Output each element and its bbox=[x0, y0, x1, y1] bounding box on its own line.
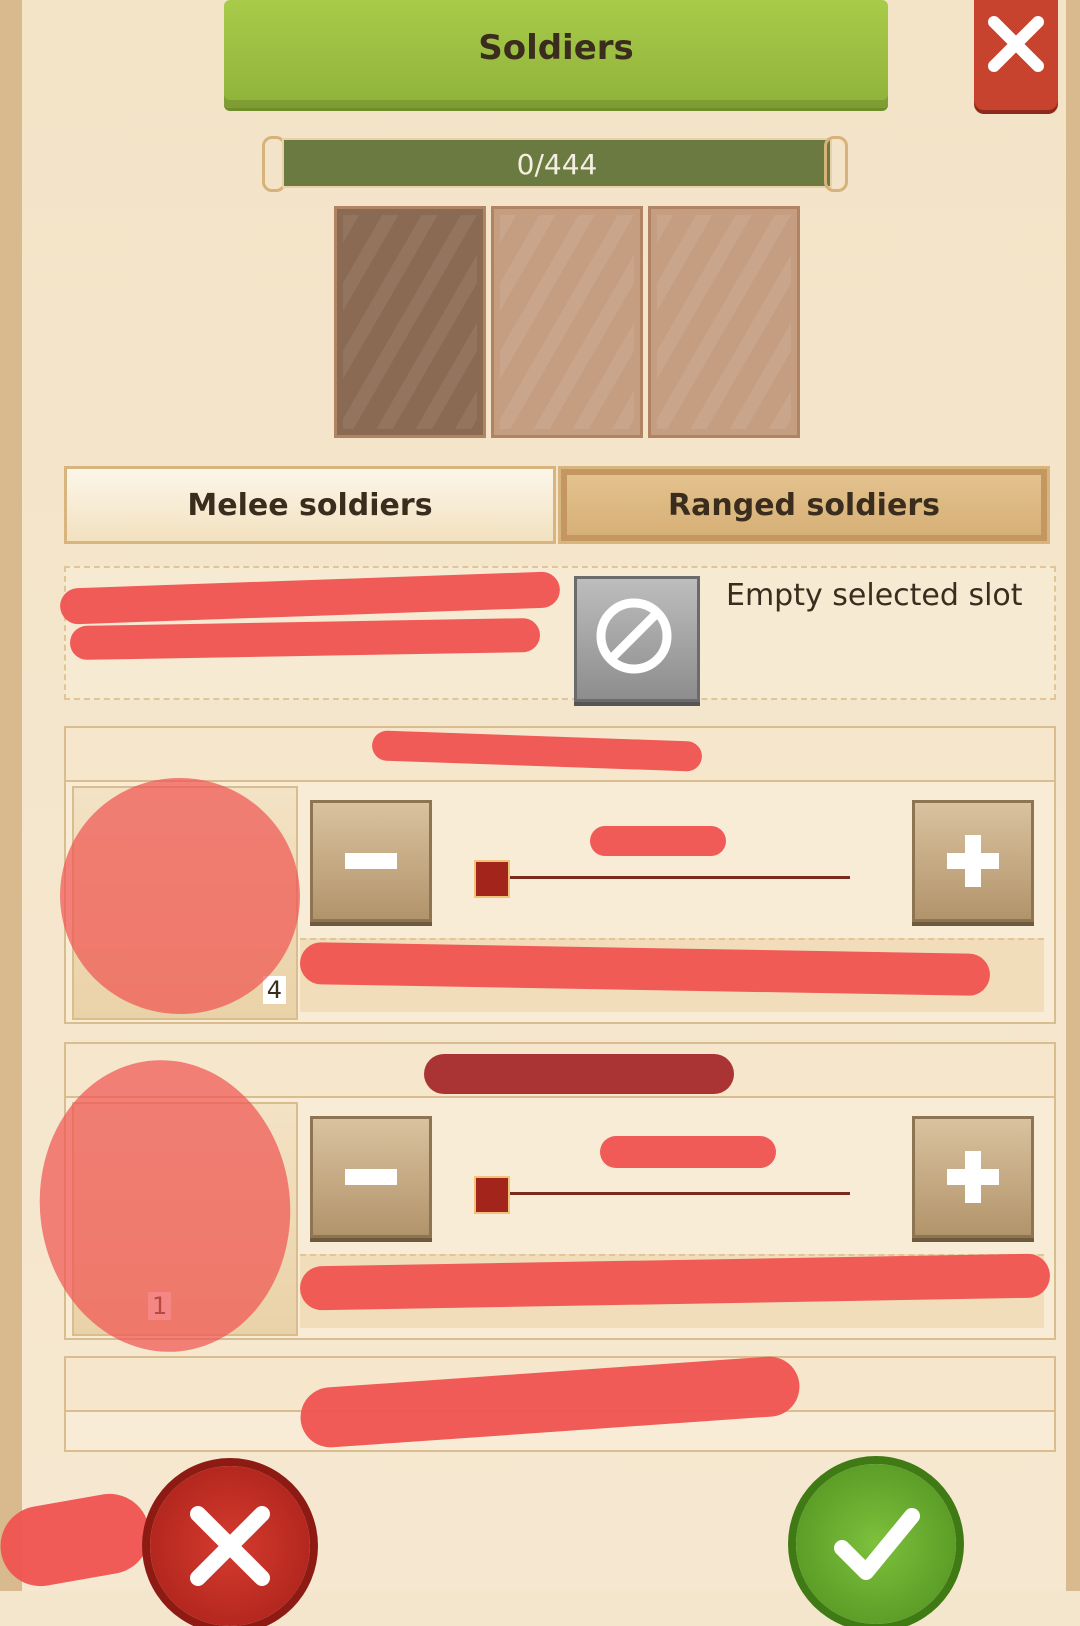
minus-icon bbox=[345, 1169, 397, 1185]
increase-button[interactable] bbox=[912, 1116, 1034, 1238]
confirm-button[interactable] bbox=[796, 1464, 956, 1624]
cancel-x-icon bbox=[190, 1506, 270, 1586]
slot-3[interactable] bbox=[648, 206, 800, 438]
quantity-slider-thumb[interactable] bbox=[474, 1176, 510, 1214]
close-x-icon bbox=[988, 16, 1044, 72]
slot-2[interactable] bbox=[491, 206, 643, 438]
checkmark-icon bbox=[834, 1508, 920, 1580]
tab-ranged-soldiers[interactable]: Ranged soldiers bbox=[558, 466, 1050, 544]
redaction-mark bbox=[424, 1054, 734, 1094]
quantity-slider-track[interactable] bbox=[474, 876, 850, 879]
unit-count: 4 bbox=[262, 976, 286, 1004]
capacity-meter: 0/444 bbox=[262, 132, 848, 192]
capacity-text: 0/444 bbox=[516, 148, 598, 181]
redaction-mark bbox=[590, 826, 726, 856]
tab-melee-soldiers[interactable]: Melee soldiers bbox=[64, 466, 556, 544]
ornament-right bbox=[824, 136, 848, 192]
empty-slot-label: Empty selected slot bbox=[726, 578, 1023, 613]
decrease-button[interactable] bbox=[310, 1116, 432, 1238]
capacity-bar: 0/444 bbox=[282, 138, 832, 188]
increase-button[interactable] bbox=[912, 800, 1034, 922]
title-banner: Soldiers bbox=[224, 0, 888, 108]
decrease-button[interactable] bbox=[310, 800, 432, 922]
page-title: Soldiers bbox=[478, 28, 634, 68]
slot-1[interactable] bbox=[334, 206, 486, 438]
empty-slot-button[interactable] bbox=[574, 576, 700, 702]
no-entry-icon bbox=[596, 598, 672, 674]
plus-icon bbox=[947, 1151, 999, 1203]
quantity-slider-thumb[interactable] bbox=[474, 860, 510, 898]
soldier-type-tabs: Melee soldiers Ranged soldiers bbox=[64, 466, 1052, 544]
close-button[interactable] bbox=[974, 0, 1058, 110]
cancel-button[interactable] bbox=[150, 1466, 310, 1626]
redaction-mark bbox=[600, 1136, 776, 1168]
plus-icon bbox=[947, 835, 999, 887]
minus-icon bbox=[345, 853, 397, 869]
quantity-slider-track[interactable] bbox=[474, 1192, 850, 1195]
